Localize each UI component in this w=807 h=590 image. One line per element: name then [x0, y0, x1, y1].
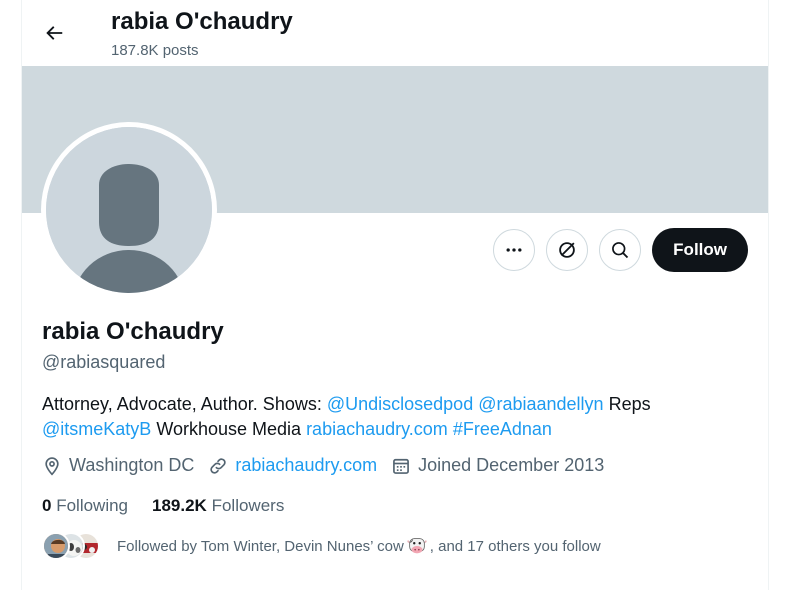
follower-avatar: [42, 532, 70, 560]
default-avatar-icon: [46, 127, 212, 293]
bio-text: Attorney, Advocate, Author. Shows:: [42, 394, 327, 414]
more-icon: [506, 248, 522, 252]
back-button[interactable]: [34, 13, 74, 53]
bio-mention-undisclosedpod[interactable]: @Undisclosedpod: [327, 394, 473, 414]
bio-hashtag[interactable]: #FreeAdnan: [453, 419, 552, 439]
link-icon: [210, 457, 227, 474]
back-arrow-icon: [46, 26, 63, 40]
profile-name: rabia O'chaudry: [42, 318, 224, 345]
followers-link[interactable]: 189.2K Followers: [152, 496, 284, 516]
location-icon: [45, 456, 59, 476]
bio-text: Workhouse Media: [151, 419, 307, 439]
followed-by-text: , and 17 others you follow: [429, 537, 601, 555]
followed-by-text: Followed by Tom Winter, Devin Nunes’ cow: [117, 537, 404, 555]
profile-meta: Washington DC rabiachaudry.com Joined De…: [42, 455, 618, 476]
website-item: rabiachaudry.com: [208, 455, 377, 476]
following-link[interactable]: 0 Following: [42, 496, 128, 516]
post-count: 187.8K posts: [111, 42, 199, 59]
bio-website-link[interactable]: rabiachaudry.com: [306, 419, 448, 439]
bio-text: Reps: [603, 394, 651, 414]
grok-icon: [559, 242, 575, 258]
more-button[interactable]: [493, 229, 536, 271]
header-title: rabia O'chaudry: [111, 8, 293, 35]
location-text: Washington DC: [69, 455, 195, 475]
profile-handle: @rabiasquared: [42, 352, 166, 372]
grok-button[interactable]: [546, 229, 589, 271]
joined-text: Joined December 2013: [418, 455, 605, 475]
location-item: Washington DC: [42, 455, 194, 476]
website-link[interactable]: rabiachaudry.com: [235, 455, 377, 476]
followers-label: Followers: [211, 496, 285, 515]
following-count: 0: [42, 496, 52, 515]
calendar-icon: [393, 458, 410, 474]
follow-button[interactable]: Follow: [652, 228, 748, 272]
profile-bio: Attorney, Advocate, Author. Shows: @Undi…: [42, 392, 742, 442]
search-icon: [612, 242, 629, 259]
search-button[interactable]: [599, 229, 642, 271]
following-label: Following: [56, 496, 129, 515]
cow-emoji-icon: [407, 538, 427, 554]
top-header: rabia O'chaudry 187.8K posts: [22, 0, 768, 66]
bio-mention-itsmekatyb[interactable]: @itsmeKatyB: [42, 419, 151, 439]
follow-stats: 0 Following 189.2K Followers: [42, 496, 308, 516]
joined-item: Joined December 2013: [391, 455, 604, 476]
profile-column: rabia O'chaudry 187.8K posts Follow rabi…: [21, 0, 769, 590]
follower-avatars: [42, 531, 100, 561]
profile-actions: Follow: [493, 228, 748, 272]
avatar[interactable]: [41, 122, 217, 298]
bio-mention-rabiaandellyn[interactable]: @rabiaandellyn: [478, 394, 603, 414]
followers-count: 189.2K: [152, 496, 207, 515]
followed-by[interactable]: Followed by Tom Winter, Devin Nunes’ cow…: [42, 531, 601, 561]
